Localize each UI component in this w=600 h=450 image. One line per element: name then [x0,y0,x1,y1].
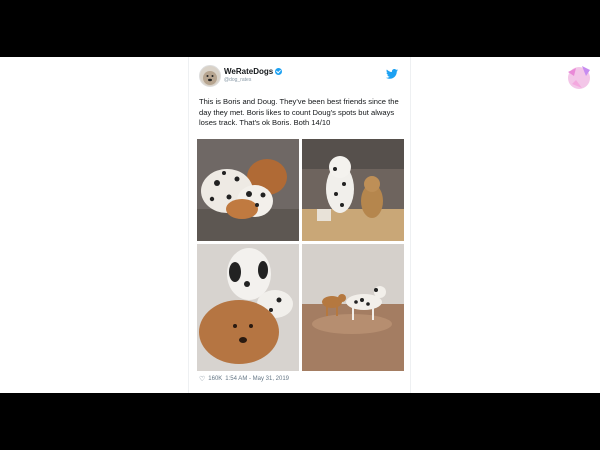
photo-3[interactable] [197,244,299,371]
photo-2[interactable] [302,139,404,241]
tweet-text: This is Boris and Doug. They've been bes… [199,97,399,127]
avatar[interactable] [199,65,221,87]
photo-4[interactable] [302,244,404,371]
video-frame: WeRateDogs @dog_rates This is Boris and … [0,57,600,393]
like-count: 160K [208,376,223,382]
twitter-bird-icon[interactable] [386,69,398,79]
heart-icon[interactable]: ♡ [199,375,205,383]
photo-grid [197,139,404,371]
account-handle[interactable]: @dog_rates [224,77,251,83]
account-name[interactable]: WeRateDogs [224,67,273,76]
channel-logo-icon [568,66,590,89]
tweet-card: WeRateDogs @dog_rates This is Boris and … [188,57,411,393]
verified-badge-icon [275,68,283,75]
tweet-header: WeRateDogs @dog_rates [199,65,404,87]
tweet-timestamp[interactable]: 1:54 AM - May 31, 2019 [225,376,289,382]
tweet-footer: ♡ 160K 1:54 AM - May 31, 2019 [199,375,289,383]
photo-1[interactable] [197,139,299,241]
account-name-row[interactable]: WeRateDogs [224,67,283,76]
